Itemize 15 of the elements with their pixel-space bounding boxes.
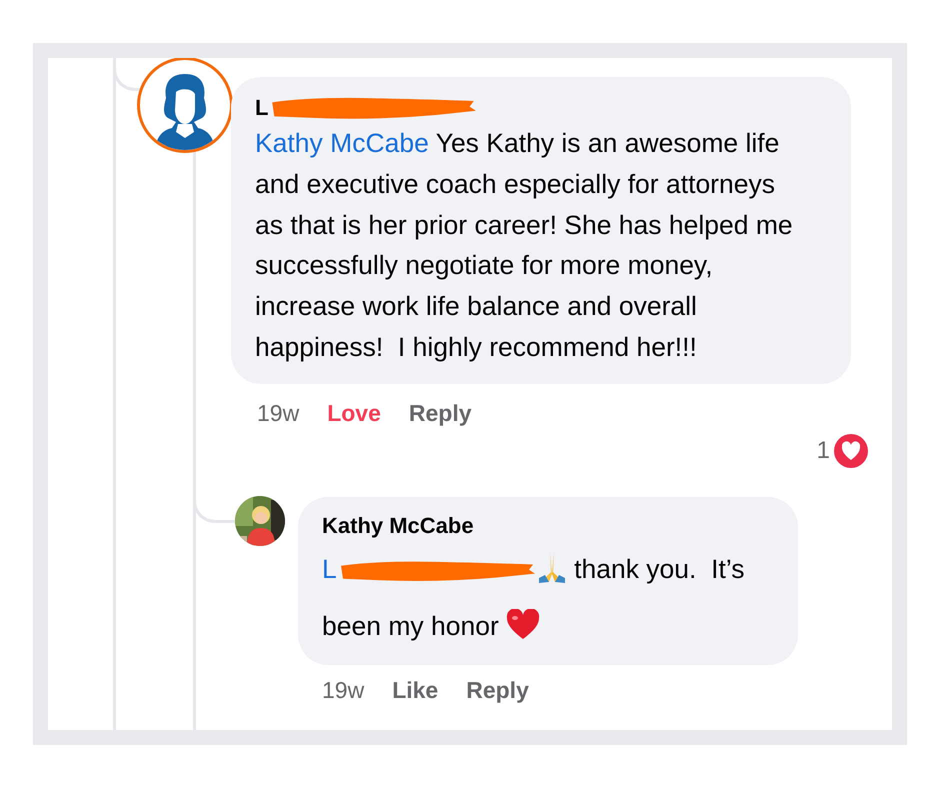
- mention-link[interactable]: Kathy McCabe: [255, 128, 429, 158]
- reply-button[interactable]: Reply: [466, 677, 529, 704]
- comment-text: L thank you. It’s been my honor: [322, 541, 774, 655]
- heart-reaction-icon[interactable]: [834, 434, 868, 468]
- author-name[interactable]: Kathy McCabe: [322, 513, 474, 539]
- reaction-button[interactable]: Like: [392, 677, 438, 704]
- comment-text: Kathy McCabe Yes Kathy is an awesome life and executive coach especially for attorneys as that is her prior career! She has helped me successfully negotiate for more money, increase work life balance and overall happiness! I highly recommend her!!!: [255, 127, 794, 364]
- heart-icon: [506, 609, 540, 641]
- reaction-count: 1: [816, 437, 830, 465]
- comment-time: 19w: [322, 677, 364, 704]
- reaction-button[interactable]: Love: [327, 400, 381, 427]
- reply-button[interactable]: Reply: [408, 400, 472, 427]
- mention-link[interactable]: L: [322, 554, 337, 584]
- comment-time: 19w: [257, 400, 300, 427]
- author-name[interactable]: L: [255, 95, 268, 121]
